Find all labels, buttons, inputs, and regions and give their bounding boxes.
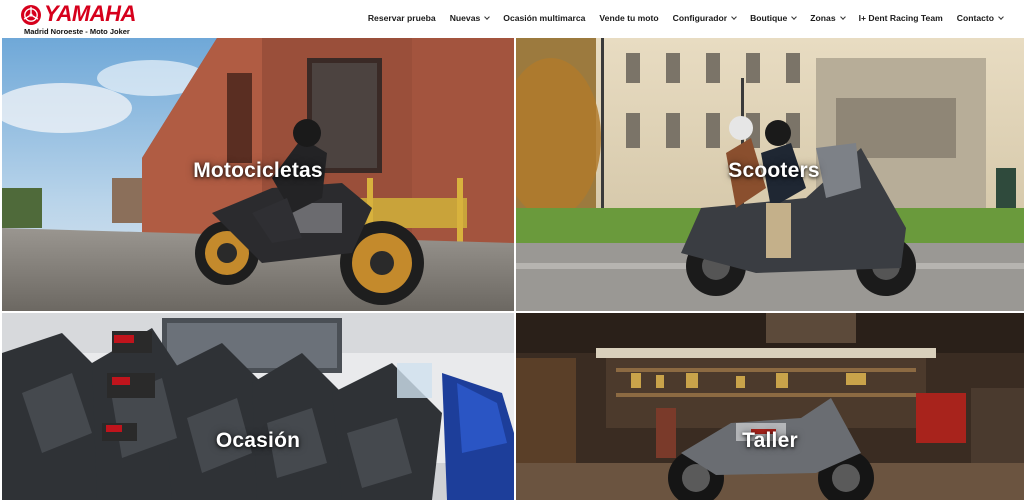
chevron-down-icon bbox=[998, 13, 1004, 20]
nav-configurador[interactable]: Configurador bbox=[666, 0, 743, 36]
tile-ocasion[interactable]: Ocasión bbox=[2, 313, 514, 500]
chevron-down-icon bbox=[484, 13, 491, 20]
used-motorcycles-showroom-photo bbox=[2, 313, 514, 500]
nav-label: Zonas bbox=[810, 13, 836, 23]
main-nav: Reservar prueba Nuevas Ocasión multimarc… bbox=[361, 0, 1010, 36]
nav-label: I+ Dent Racing Team bbox=[858, 13, 943, 23]
chevron-down-icon bbox=[839, 13, 846, 20]
tile-label: Taller bbox=[742, 428, 798, 452]
tile-motocicletas[interactable]: Motocicletas bbox=[2, 38, 514, 311]
tuning-fork-emblem-icon bbox=[21, 5, 41, 25]
nav-nuevas[interactable]: Nuevas bbox=[443, 0, 497, 36]
chevron-down-icon bbox=[731, 13, 737, 20]
nav-label: Vende tu moto bbox=[599, 13, 659, 23]
tile-label: Ocasión bbox=[215, 428, 301, 452]
nav-boutique[interactable]: Boutique bbox=[743, 0, 803, 36]
nav-label: Configurador bbox=[672, 13, 728, 23]
tile-label: Scooters bbox=[728, 158, 820, 182]
yamaha-logo[interactable]: YAMAHA Madrid Noroeste - Moto Joker bbox=[20, 1, 136, 36]
brand-subtitle: Madrid Noroeste - Moto Joker bbox=[24, 27, 130, 36]
brand-name: YAMAHA bbox=[44, 1, 136, 26]
nav-racing-team[interactable]: I+ Dent Racing Team bbox=[852, 0, 950, 36]
tile-label: Motocicletas bbox=[193, 158, 323, 182]
nav-label: Boutique bbox=[750, 13, 788, 23]
tile-scooters[interactable]: Scooters bbox=[516, 38, 1024, 311]
nav-ocasion-multimarca[interactable]: Ocasión multimarca bbox=[496, 0, 592, 36]
workshop-garage-photo bbox=[516, 313, 1024, 500]
nav-label: Contacto bbox=[956, 13, 994, 23]
nav-label: Ocasión multimarca bbox=[503, 13, 586, 23]
category-grid: Motocicletas Scooters Ocasión Taller bbox=[0, 38, 1024, 500]
tile-taller[interactable]: Taller bbox=[516, 313, 1024, 500]
nav-contacto[interactable]: Contacto bbox=[950, 0, 1010, 36]
nav-reservar-prueba[interactable]: Reservar prueba bbox=[361, 0, 443, 36]
nav-label: Reservar prueba bbox=[367, 13, 436, 23]
nav-label: Nuevas bbox=[449, 13, 481, 23]
nav-vende-tu-moto[interactable]: Vende tu moto bbox=[592, 0, 665, 36]
nav-zonas[interactable]: Zonas bbox=[803, 0, 851, 36]
site-header: YAMAHA Madrid Noroeste - Moto Joker Rese… bbox=[0, 0, 1024, 38]
chevron-down-icon bbox=[791, 13, 798, 20]
